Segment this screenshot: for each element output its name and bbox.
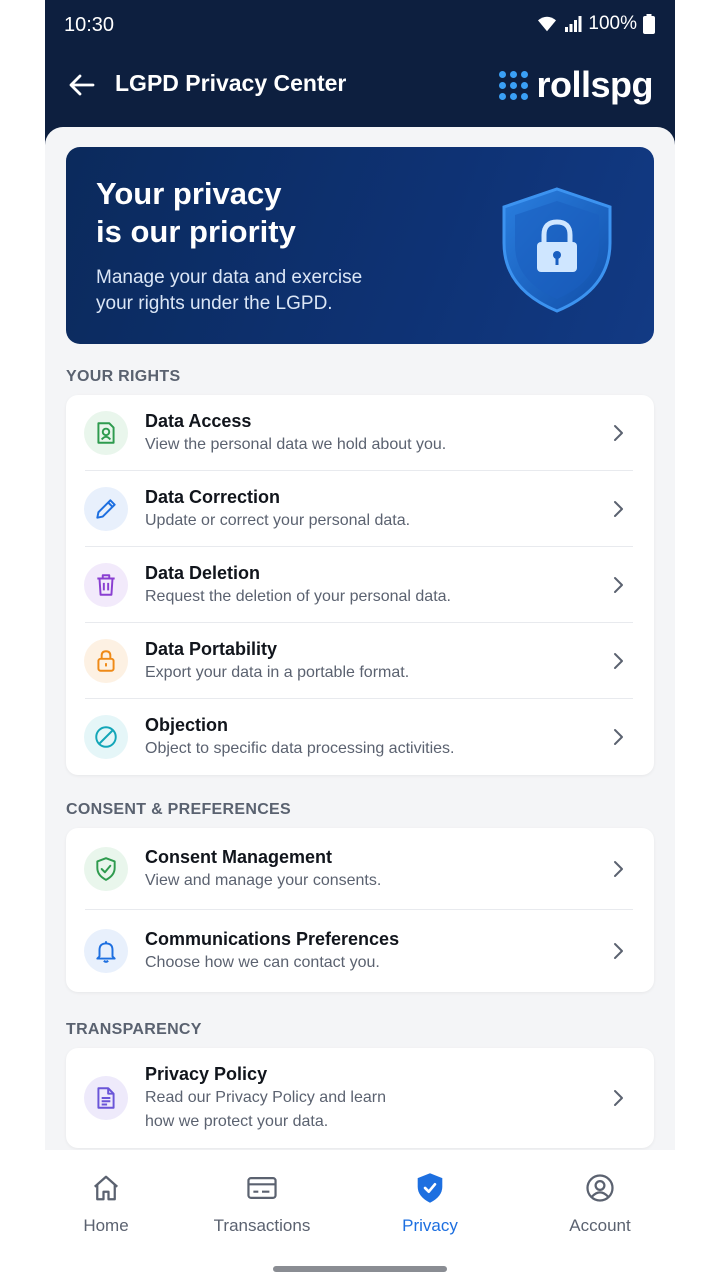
privacy-hero-banner: Your privacy is our priority Manage your… (66, 147, 654, 344)
status-bar: 10:30 100% (45, 0, 675, 52)
card-icon (187, 1170, 337, 1206)
list-item-objection[interactable]: Objection Object to specific data process… (66, 699, 654, 775)
consent-card: Consent Management View and manage your c… (66, 828, 654, 992)
block-icon (84, 715, 128, 759)
item-description: Update or correct your personal data. (145, 512, 411, 529)
home-icon (45, 1170, 181, 1206)
nav-label: Transactions (213, 1216, 311, 1235)
pencil-icon (84, 487, 128, 531)
content-sheet: Your privacy is our priority Manage your… (45, 127, 675, 1157)
item-description: Choose how we can contact you. (145, 954, 380, 971)
chevron-right-icon (614, 861, 623, 877)
section-consent-preferences: CONSENT & PREFERENCES (66, 801, 291, 818)
home-indicator[interactable] (273, 1266, 447, 1272)
list-item-data-deletion[interactable]: Data Deletion Request the deletion of you… (66, 547, 654, 623)
nav-privacy[interactable]: Privacy (355, 1170, 505, 1236)
item-description: View the personal data we hold about you… (145, 436, 447, 453)
bottom-navigation: Home Transactions Privacy Account (45, 1150, 675, 1280)
wifi-icon (538, 16, 557, 32)
chevron-right-icon (614, 501, 623, 517)
user-document-icon (84, 411, 128, 455)
item-description: Object to specific data processing activ… (145, 740, 455, 757)
brand-logo: rollspg (499, 64, 653, 106)
item-title: Consent Management (145, 847, 333, 867)
item-description: Request the deletion of your personal da… (145, 588, 451, 605)
nav-label: Privacy (402, 1216, 458, 1235)
nav-transactions[interactable]: Transactions (187, 1170, 337, 1236)
nav-label: Home (83, 1216, 129, 1235)
battery-percent: 100% (588, 13, 637, 34)
nav-home[interactable]: Home (45, 1170, 181, 1236)
hero-title: Your privacy is our priority (96, 176, 296, 249)
chevron-right-icon (614, 577, 623, 593)
nav-account[interactable]: Account (525, 1170, 675, 1236)
section-your-rights: YOUR RIGHTS (66, 368, 181, 385)
shield-check-icon (84, 847, 128, 891)
page-title: LGPD Privacy Center (115, 70, 347, 96)
list-item-data-portability[interactable]: Data Portability Export your data in a po… (66, 623, 654, 699)
chevron-right-icon (614, 1090, 623, 1106)
signal-icon (565, 16, 582, 32)
item-title: Data Correction (145, 487, 281, 507)
transparency-card: Privacy Policy Read our Privacy Policy an… (66, 1048, 654, 1148)
list-item-data-access[interactable]: Data Access View the personal data we hol… (66, 395, 654, 471)
logo-text: rollspg (536, 64, 653, 105)
battery-icon (643, 14, 655, 34)
shield-icon (355, 1170, 505, 1206)
chevron-right-icon (614, 729, 623, 745)
app-bar: LGPD Privacy Center rollspg (45, 56, 675, 116)
item-title: Data Portability (145, 639, 278, 659)
rights-card: Data Access View the personal data we hol… (66, 395, 654, 775)
item-description: Export your data in a portable format. (145, 664, 410, 681)
section-transparency: TRANSPARENCY (66, 1021, 202, 1038)
lock-icon (84, 639, 128, 683)
bell-icon (84, 929, 128, 973)
item-title: Data Access (145, 411, 252, 431)
chevron-right-icon (614, 425, 623, 441)
chevron-right-icon (614, 943, 623, 959)
item-description: View and manage your consents. (145, 872, 382, 889)
document-icon (84, 1076, 128, 1120)
nav-label: Account (569, 1216, 631, 1235)
phone-screen: 10:30 100% LGPD Privacy Center rollspg Y… (45, 0, 675, 1280)
user-circle-icon (525, 1170, 675, 1206)
logo-dots-icon (499, 70, 529, 100)
item-description: Read our Privacy Policy and learn how we… (145, 1089, 387, 1130)
list-item-privacy-policy[interactable]: Privacy Policy Read our Privacy Policy an… (66, 1048, 654, 1148)
trash-icon (84, 563, 128, 607)
shield-lock-icon (502, 187, 612, 313)
status-icons: 100% (536, 13, 655, 35)
list-item-communications-preferences[interactable]: Communications Preferences Choose how we … (66, 910, 654, 992)
list-item-data-correction[interactable]: Data Correction Update or correct your pe… (66, 471, 654, 547)
hero-subtitle: Manage your data and exercise your right… (96, 267, 363, 314)
item-title: Objection (145, 715, 229, 735)
chevron-right-icon (614, 653, 623, 669)
back-arrow-icon[interactable] (67, 70, 97, 100)
item-title: Privacy Policy (145, 1064, 268, 1084)
item-title: Communications Preferences (145, 929, 400, 949)
list-item-consent-management[interactable]: Consent Management View and manage your c… (66, 828, 654, 910)
item-title: Data Deletion (145, 563, 261, 583)
status-time: 10:30 (64, 14, 115, 36)
